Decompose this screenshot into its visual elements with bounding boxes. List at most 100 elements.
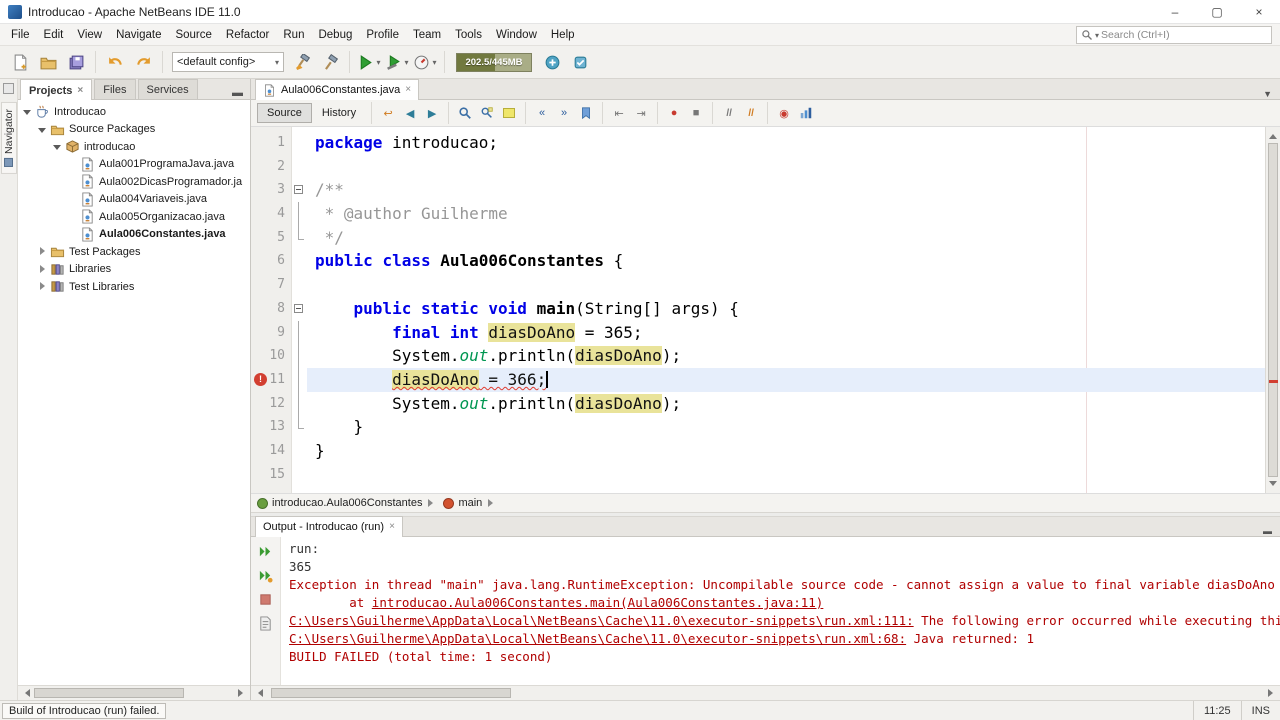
toolbar-misc-button-1[interactable] [539,49,565,75]
menu-profile[interactable]: Profile [359,26,406,44]
profile-button[interactable]: ▾ [412,49,438,75]
tree-node-libraries[interactable]: Libraries [18,261,250,279]
debug-button[interactable]: ▾ [384,49,410,75]
scroll-down-icon[interactable] [1266,478,1280,493]
scrollbar-thumb[interactable] [1268,143,1278,477]
output-console[interactable]: run: 365 Exception in thread "main" java.l… [281,537,1280,685]
expander-icon[interactable] [52,141,63,152]
close-button[interactable]: × [1238,0,1280,23]
toggle-breakpoint-button[interactable]: ◉ [774,103,794,123]
tree-node-source-packages[interactable]: Source Packages [18,121,250,139]
toolbar-misc-button-2[interactable] [567,49,593,75]
profile-dropdown-icon[interactable]: ▾ [432,58,436,67]
tree-node-aula004variaveis-java[interactable]: Aula004Variaveis.java [18,191,250,209]
fold-toggle-icon[interactable] [292,297,307,321]
scroll-left-icon[interactable] [18,686,33,700]
tree-node-introducao[interactable]: Introducao [18,103,250,121]
find-button[interactable] [455,103,475,123]
rerun-button[interactable] [255,541,276,562]
comment-button[interactable]: // [719,103,739,123]
expander-icon[interactable] [37,281,48,292]
menu-source[interactable]: Source [168,26,218,44]
scroll-right-icon[interactable] [235,686,250,700]
toggle-highlight-button[interactable] [499,103,519,123]
dock-window-icon[interactable] [3,83,14,94]
tree-node-test-packages[interactable]: Test Packages [18,243,250,261]
rerun-with-changes-button[interactable] [255,565,276,586]
find-selection-button[interactable] [477,103,497,123]
tree-horizontal-scrollbar[interactable] [18,685,250,700]
code-line-2[interactable]: 2 [251,155,1265,179]
tree-node-introducao[interactable]: introducao [18,138,250,156]
stop-build-button[interactable] [255,589,276,610]
menu-help[interactable]: Help [544,26,582,44]
tab-services[interactable]: Services [137,79,198,99]
menu-tools[interactable]: Tools [448,26,489,44]
output-tab[interactable]: Output - Introducao (run) × [255,516,403,537]
editor-vertical-scrollbar[interactable] [1265,127,1280,493]
minimize-button[interactable]: – [1154,0,1196,23]
undo-button[interactable] [102,49,128,75]
debug-dropdown-icon[interactable]: ▾ [404,58,408,67]
history-view-button[interactable]: History [312,103,366,123]
run-button[interactable]: ▾ [356,49,382,75]
minimize-output-button[interactable]: ▬ [1259,526,1276,536]
clean-build-button[interactable] [289,49,315,75]
code-line-14[interactable]: 14} [251,439,1265,463]
redo-button[interactable] [130,49,156,75]
expander-icon[interactable] [37,124,48,135]
next-bookmark-button[interactable]: » [554,103,574,123]
code-line-5[interactable]: 5 */ [251,225,1265,250]
navigator-tab[interactable]: Navigator [0,102,17,174]
last-edit-button[interactable]: ↩ [378,103,398,123]
menu-run[interactable]: Run [276,26,311,44]
config-select[interactable]: <default config> ▾ [172,52,284,72]
fold-toggle-icon[interactable] [292,178,307,202]
code-line-15[interactable]: 15 [251,463,1265,487]
scroll-right-icon[interactable] [1265,686,1280,700]
tab-projects[interactable]: Projects × [20,79,93,100]
expander-icon[interactable] [37,264,48,275]
open-project-button[interactable] [35,49,61,75]
output-link[interactable]: introducao.Aula006Constantes.main(Aula00… [372,595,824,610]
code-line-10[interactable]: 10 System.out.println(diasDoAno); [251,344,1265,368]
start-macro-button[interactable]: ● [664,103,684,123]
code-line-13[interactable]: 13 } [251,415,1265,439]
close-editor-tab-icon[interactable]: × [405,85,411,95]
menu-file[interactable]: File [4,26,37,44]
tree-node-aula005organizacao-java[interactable]: Aula005Organizacao.java [18,208,250,226]
editor-tab[interactable]: Aula006Constantes.java × [255,79,420,100]
forward-button[interactable]: ▶ [422,103,442,123]
expander-icon[interactable] [37,246,48,257]
save-all-button[interactable] [63,49,89,75]
menu-view[interactable]: View [70,26,109,44]
code-line-12[interactable]: 12 System.out.println(diasDoAno); [251,391,1265,416]
scroll-up-icon[interactable] [1266,127,1280,142]
build-button[interactable] [317,49,343,75]
tree-node-test-libraries[interactable]: Test Libraries [18,278,250,296]
code-line-3[interactable]: 3 /** [251,178,1265,202]
tab-list-button[interactable]: ▼ [1259,89,1276,99]
tree-node-aula001programajava-java[interactable]: Aula001ProgramaJava.java [18,156,250,174]
code-line-1[interactable]: 1 package introducao; [251,131,1265,155]
menu-window[interactable]: Window [489,26,544,44]
new-file-button[interactable] [7,49,33,75]
shift-left-button[interactable]: ⇤ [609,103,629,123]
close-output-tab-icon[interactable]: × [389,522,395,532]
tab-files[interactable]: Files [94,79,136,99]
breadcrumb-class[interactable]: introducao.Aula006Constantes [272,497,422,509]
maximize-button[interactable]: ▢ [1196,0,1238,23]
profiling-point-button[interactable] [796,103,816,123]
minimize-panel-button[interactable]: ▬ [229,87,246,99]
quick-search[interactable]: ▾ [1076,26,1272,44]
stop-macro-button[interactable]: ■ [686,103,706,123]
scroll-left-icon[interactable] [251,686,266,700]
output-link[interactable]: C:\Users\Guilherme\AppData\Local\NetBean… [289,613,914,628]
error-badge-icon[interactable]: ! [254,372,267,386]
output-horizontal-scrollbar[interactable] [251,685,1280,700]
code-line-8[interactable]: 8 public static void main(String[] args)… [251,297,1265,321]
previous-bookmark-button[interactable]: « [532,103,552,123]
menu-team[interactable]: Team [406,26,448,44]
search-input[interactable] [1099,28,1267,42]
code-line-6[interactable]: 6 public class Aula006Constantes { [251,249,1265,273]
